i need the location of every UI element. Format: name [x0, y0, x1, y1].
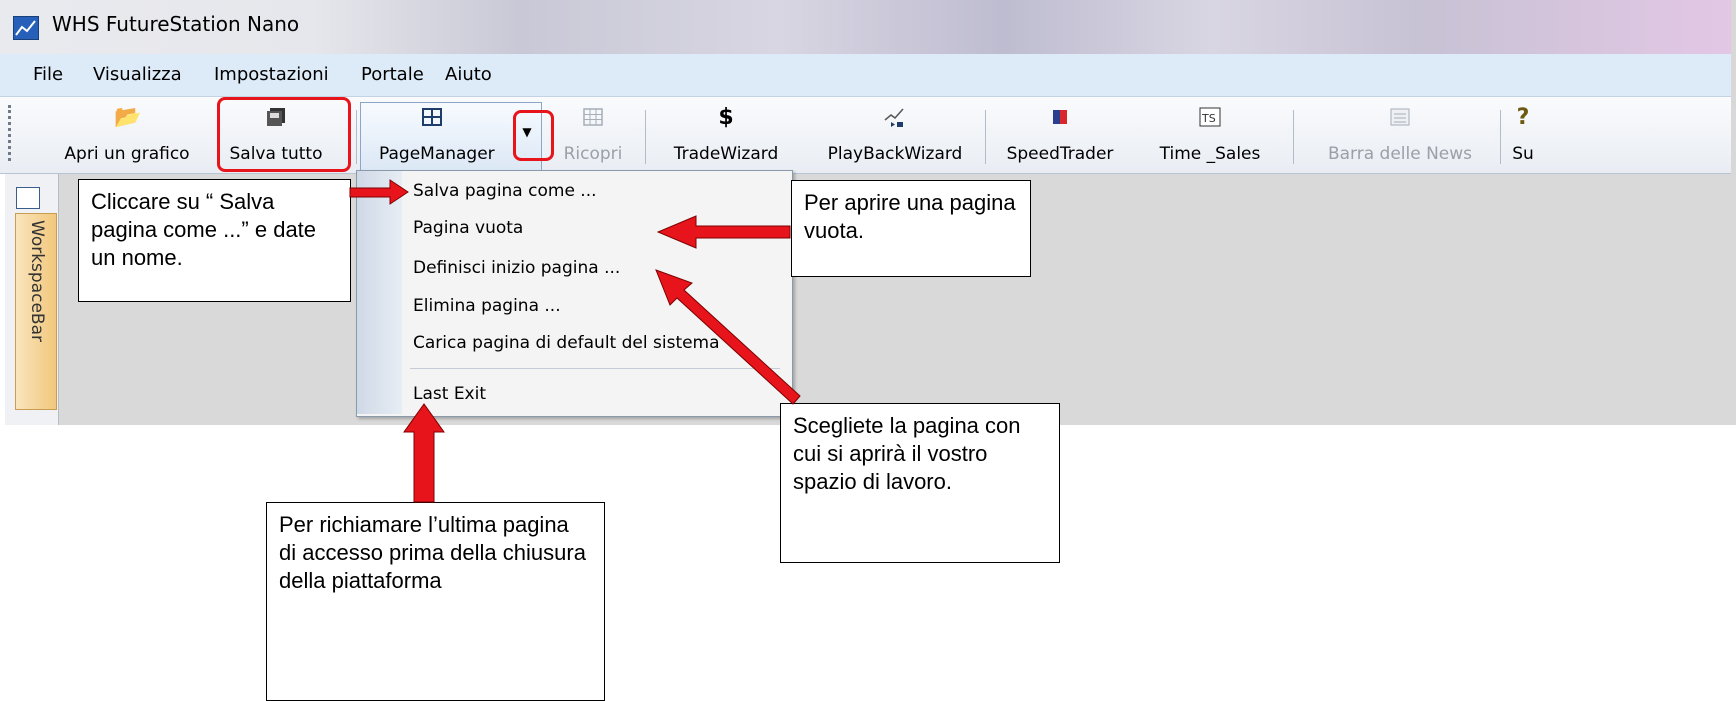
- playbackwizard-label: PlayBackWizard: [827, 144, 963, 164]
- callout-start-page: Scegliete la pagina con cui si aprirà il…: [780, 403, 1060, 563]
- pagemanager-menu: [356, 170, 793, 417]
- tile-label: Ricopri: [563, 144, 623, 164]
- open-chart-label: Apri un grafico: [64, 144, 190, 164]
- window-title: WHS FutureStation Nano: [52, 12, 300, 36]
- highlight-save-all: [217, 97, 351, 172]
- menu-portale[interactable]: Portale: [361, 64, 424, 85]
- grid-icon: [419, 106, 445, 130]
- menu-impostazioni[interactable]: Impostazioni: [214, 64, 329, 85]
- playback-chart-icon: [882, 106, 908, 130]
- toolbar-separator: [645, 110, 646, 164]
- pagemanager-button[interactable]: PageManager: [364, 100, 514, 172]
- menu-item-define-start-page[interactable]: Definisci inizio pagina ...: [413, 258, 620, 278]
- menu-item-last-exit[interactable]: Last Exit: [413, 384, 486, 404]
- menu-item-delete-page[interactable]: Elimina pagina ...: [413, 296, 561, 316]
- menu-aiuto[interactable]: Aiuto: [445, 64, 492, 85]
- tradewizard-label: TradeWizard: [673, 144, 779, 164]
- workspace-bar-label: WorkspaceBar: [27, 220, 47, 342]
- speedtrader-label: SpeedTrader: [1006, 144, 1114, 164]
- time-sales-button[interactable]: TS Time _Sales: [1140, 100, 1280, 172]
- tradewizard-button[interactable]: $ TradeWizard: [656, 100, 796, 172]
- dollar-icon: $: [718, 105, 734, 130]
- app-logo-icon: [13, 16, 39, 40]
- news-bar-label: Barra delle News: [1327, 144, 1473, 164]
- menu-item-blank-page[interactable]: Pagina vuota: [413, 218, 523, 238]
- workspace-bar-icon[interactable]: [16, 187, 40, 209]
- menu-item-load-default-page[interactable]: Carica pagina di default del sistema: [413, 333, 720, 353]
- menu-visualizza[interactable]: Visualizza: [93, 64, 182, 85]
- menu-item-save-page-as[interactable]: Salva pagina come ...: [413, 181, 597, 201]
- toolbar-separator: [356, 110, 357, 164]
- tile-button[interactable]: Ricopri: [548, 100, 638, 172]
- time-sales-label: Time _Sales: [1159, 144, 1261, 164]
- toolbar-separator: [985, 110, 986, 164]
- tile-grid-icon: [580, 106, 606, 130]
- open-chart-button[interactable]: 📂 Apri un grafico: [52, 100, 202, 172]
- highlight-dropdown-arrow: [513, 110, 554, 161]
- toolbar-grip[interactable]: [8, 105, 15, 161]
- speedtrader-button[interactable]: SpeedTrader: [990, 100, 1130, 172]
- callout-blank-page: Per aprire una pagina vuota.: [791, 180, 1031, 277]
- open-folder-icon: 📂: [114, 105, 142, 130]
- news-bar-button[interactable]: Barra delle News: [1305, 100, 1495, 172]
- help-icon: ?: [1516, 105, 1530, 130]
- callout-last-exit: Per richiamare l’ultima pagina di access…: [266, 502, 605, 701]
- help-label: Su: [1512, 144, 1534, 164]
- workspace-bar-tab[interactable]: WorkspaceBar: [15, 213, 57, 410]
- toolbar-separator: [1293, 110, 1294, 164]
- time-sales-icon: TS: [1197, 106, 1223, 130]
- news-icon: [1387, 106, 1413, 130]
- callout-save-page: Cliccare su “ Salva pagina come ...” e d…: [78, 179, 351, 302]
- speedtrader-icon: [1047, 106, 1073, 130]
- menu-gutter: [357, 171, 402, 414]
- menu-separator: [410, 368, 780, 369]
- help-button[interactable]: ? Su: [1500, 100, 1546, 172]
- svg-text:TS: TS: [1201, 112, 1216, 125]
- playbackwizard-button[interactable]: PlayBackWizard: [810, 100, 980, 172]
- pagemanager-label: PageManager: [379, 144, 495, 164]
- menu-file[interactable]: File: [33, 64, 63, 85]
